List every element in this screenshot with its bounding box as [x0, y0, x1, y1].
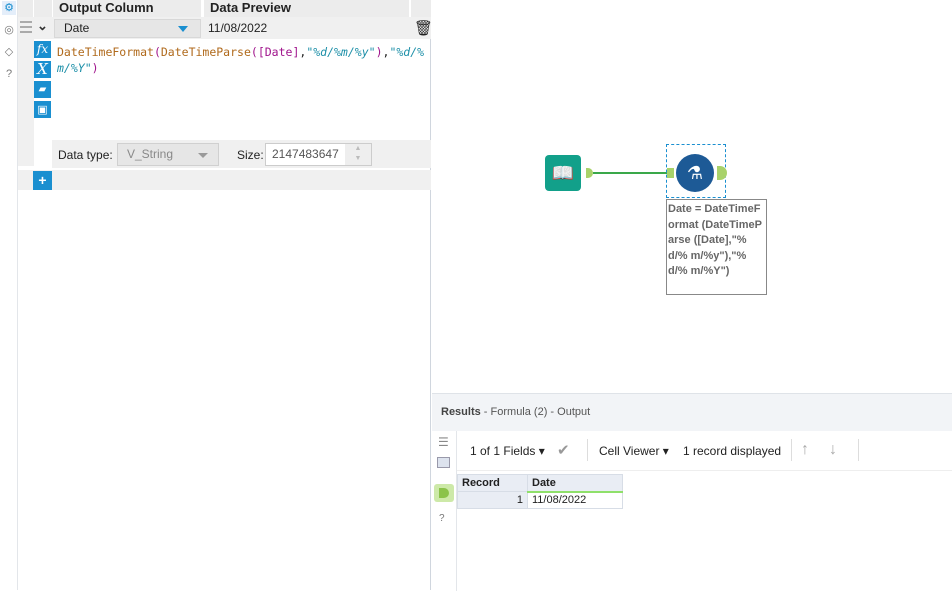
- results-toolbar: 1 of 1 Fields ▾ ✔ Cell Viewer ▾ 1 record…: [457, 431, 952, 471]
- results-table: Record Date 1 11/08/2022: [457, 474, 623, 509]
- open-folder-icon[interactable]: ▰: [34, 81, 51, 98]
- tool-annotation: Date = DateTimeFormat (DateTimeParse ([D…: [666, 199, 767, 295]
- input-anchor[interactable]: [667, 168, 674, 178]
- list-icon[interactable]: ☰: [438, 435, 449, 449]
- column-header-date[interactable]: Date: [527, 474, 623, 493]
- input-data-tool-icon[interactable]: 📖: [545, 155, 581, 191]
- results-header: Results - Formula (2) - Output: [432, 394, 952, 431]
- output-anchor[interactable]: [586, 168, 593, 178]
- formula-tool-icon[interactable]: ⚗: [676, 154, 714, 192]
- header-data-preview: Data Preview: [204, 0, 409, 17]
- table-row: 1 11/08/2022: [457, 491, 623, 509]
- arrow-down-icon[interactable]: ↓: [829, 441, 837, 459]
- cell-viewer-dropdown[interactable]: Cell Viewer ▾: [599, 444, 669, 458]
- add-formula-button[interactable]: +: [33, 171, 52, 190]
- check-icon[interactable]: ✔: [557, 441, 570, 459]
- size-spinner[interactable]: ▲ ▼: [345, 144, 371, 165]
- output-column-select[interactable]: Date: [54, 19, 201, 38]
- data-view-icon[interactable]: [434, 484, 454, 502]
- records-count: 1 record displayed: [683, 444, 782, 458]
- variable-icon[interactable]: X: [34, 61, 51, 78]
- connection-line[interactable]: [593, 172, 668, 174]
- left-icon-rail: ⚙ ◎ ◇ ?: [0, 0, 18, 590]
- help-icon[interactable]: ?: [2, 67, 16, 81]
- expression-editor[interactable]: DateTimeFormat(DateTimeParse([Date],"%d/…: [57, 44, 429, 76]
- data-type-label: Data type:: [58, 148, 113, 162]
- arrow-up-icon[interactable]: ↑: [801, 441, 809, 459]
- data-preview-value: 11/08/2022: [208, 21, 268, 35]
- workflow-canvas[interactable]: 📖 ⚗ Date = DateTimeFormat (DateTimeParse…: [432, 0, 952, 393]
- drag-handle-icon[interactable]: [20, 21, 32, 33]
- gear-icon[interactable]: ⚙: [2, 1, 16, 15]
- tag-icon[interactable]: ◇: [2, 45, 16, 59]
- chevron-down-icon[interactable]: ⌄: [37, 18, 48, 34]
- help-icon[interactable]: ?: [439, 513, 445, 524]
- data-type-select[interactable]: V_String: [117, 143, 219, 166]
- table-icon[interactable]: [437, 457, 450, 468]
- dropdown-arrow-icon: [178, 26, 188, 32]
- function-icon[interactable]: fx: [34, 41, 51, 58]
- column-header-record[interactable]: Record: [457, 474, 528, 492]
- dropdown-arrow-icon: [198, 153, 208, 158]
- fields-dropdown[interactable]: 1 of 1 Fields ▾: [470, 444, 545, 458]
- size-input[interactable]: 2147483647 ▲ ▼: [265, 143, 372, 166]
- connection-icon[interactable]: ◎: [2, 23, 16, 37]
- header-output-column: Output Column: [53, 0, 201, 17]
- save-icon[interactable]: ▣: [34, 101, 51, 118]
- formula-config-panel: Output Column Data Preview ⌄ Date 11/08/…: [18, 0, 433, 590]
- size-label: Size:: [237, 148, 264, 162]
- trash-icon[interactable]: 🗑: [414, 19, 433, 37]
